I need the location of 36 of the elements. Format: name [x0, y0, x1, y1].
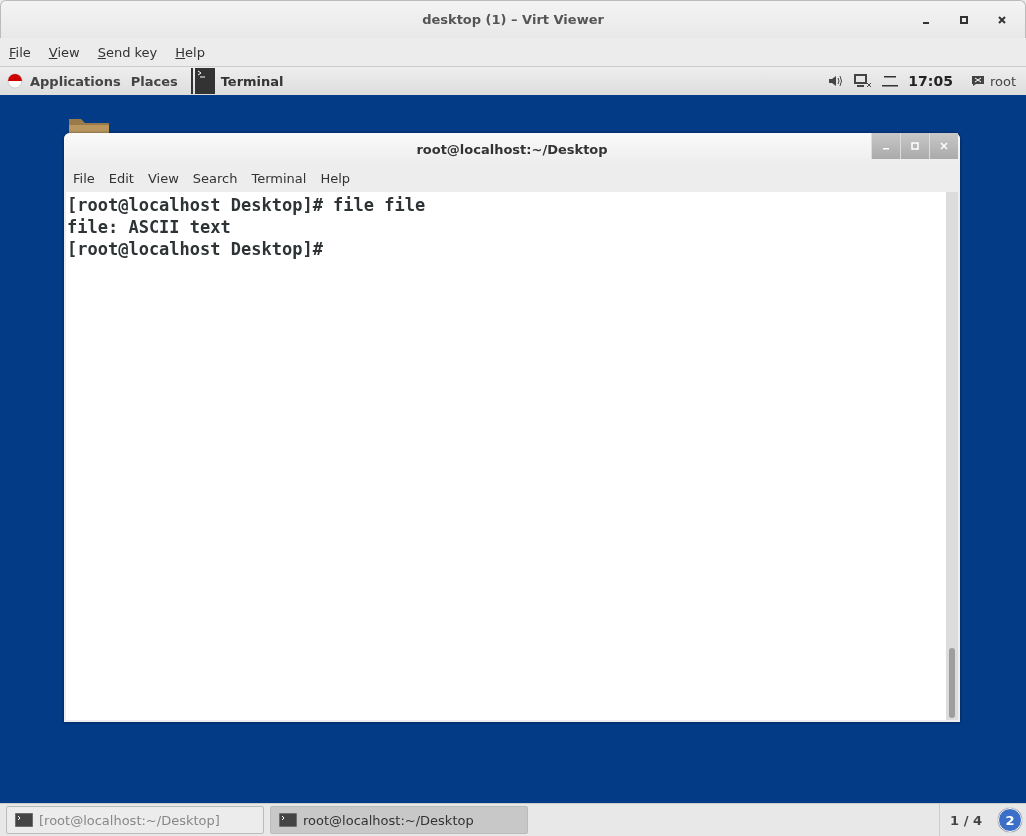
window-title: desktop (1) – Virt Viewer: [422, 12, 604, 27]
window-title: root@localhost:~/Desktop: [416, 141, 608, 157]
terminal-icon: [15, 813, 33, 827]
terminal-line: file: ASCII text: [67, 216, 231, 238]
menu-item[interactable]: Send key: [97, 44, 158, 60]
user-menu[interactable]: root: [989, 73, 1016, 89]
menu-item[interactable]: File: [73, 171, 95, 186]
terminal-line: [root@localhost Desktop]# file file: [67, 194, 426, 216]
close-icon: [998, 16, 1006, 24]
menu-item[interactable]: View: [48, 44, 80, 60]
maximize-icon: [911, 142, 919, 150]
applications-menu[interactable]: Applications: [30, 73, 121, 89]
scrollbar[interactable]: [946, 192, 958, 720]
taskbar-item[interactable]: root@localhost:~/Desktop: [270, 806, 528, 834]
maximize-icon: [960, 16, 968, 24]
menu-item[interactable]: Terminal: [251, 171, 307, 186]
input-method-icon[interactable]: [882, 75, 899, 87]
workspace-indicator[interactable]: 1 / 4: [939, 804, 992, 836]
terminal-icon: [194, 68, 215, 94]
menu-item[interactable]: Search: [192, 171, 238, 186]
network-disconnected-icon[interactable]: [854, 73, 873, 89]
menu-item[interactable]: Edit: [108, 171, 134, 186]
terminal-line: [root@localhost Desktop]#: [67, 238, 323, 260]
user-chat-icon: [970, 75, 985, 87]
menu-item[interactable]: Help: [175, 44, 205, 60]
notification-badge[interactable]: 2: [998, 808, 1022, 832]
hat-logo-icon: [7, 73, 23, 89]
menu-item[interactable]: View: [147, 171, 179, 186]
app-menu[interactable]: Terminal: [220, 73, 284, 89]
menu-item[interactable]: File: [9, 44, 31, 60]
terminal-icon: [279, 813, 297, 827]
menu-item[interactable]: Help: [320, 171, 351, 186]
volume-icon[interactable]: [828, 74, 845, 88]
clock[interactable]: 17:05: [908, 73, 953, 89]
close-icon: [940, 142, 948, 150]
places-menu[interactable]: Places: [130, 73, 178, 89]
